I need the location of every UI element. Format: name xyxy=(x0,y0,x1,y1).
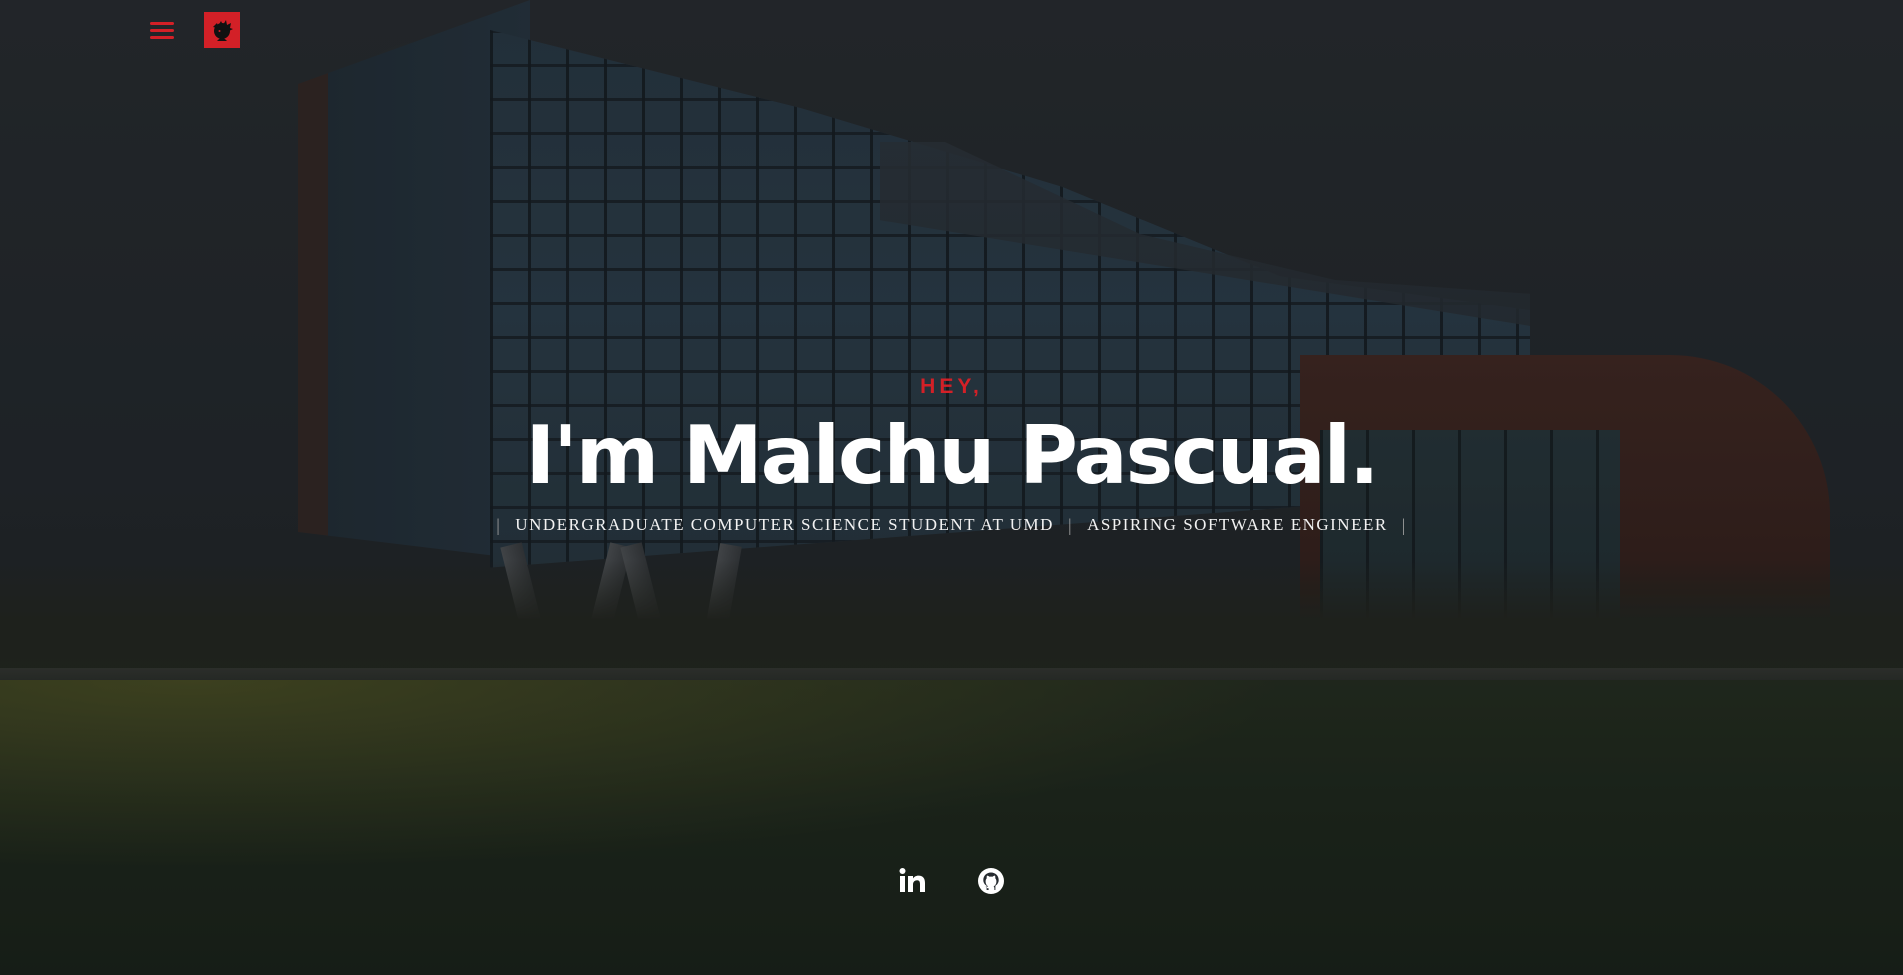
role-separator: | xyxy=(1401,515,1407,535)
hamburger-menu-icon[interactable] xyxy=(150,20,178,42)
role-item: UNDERGRADUATE COMPUTER SCIENCE STUDENT A… xyxy=(515,515,1054,534)
role-separator: | xyxy=(496,515,502,535)
linkedin-icon xyxy=(899,868,925,892)
github-icon xyxy=(977,868,1004,894)
linkedin-link[interactable] xyxy=(898,866,928,896)
menu-bar xyxy=(150,22,174,25)
page-title: I'm Malchu Pascual. xyxy=(525,409,1380,502)
role-list: | UNDERGRADUATE COMPUTER SCIENCE STUDENT… xyxy=(0,510,1903,540)
intro-block: HEY, I'm Malchu Pascual. | UNDERGRADUATE… xyxy=(0,372,1903,540)
hero-section: HEY, I'm Malchu Pascual. | UNDERGRADUATE… xyxy=(0,0,1903,975)
greeting-text: HEY, xyxy=(920,375,983,398)
avatar-logo-icon[interactable] xyxy=(204,12,240,48)
avatar-silhouette-icon xyxy=(213,20,233,41)
github-link[interactable] xyxy=(976,866,1006,896)
menu-bar xyxy=(150,29,174,32)
social-links xyxy=(0,866,1903,896)
role-separator: | xyxy=(1067,515,1074,535)
menu-bar xyxy=(150,36,174,39)
role-item: ASPIRING SOFTWARE ENGINEER xyxy=(1087,515,1388,534)
